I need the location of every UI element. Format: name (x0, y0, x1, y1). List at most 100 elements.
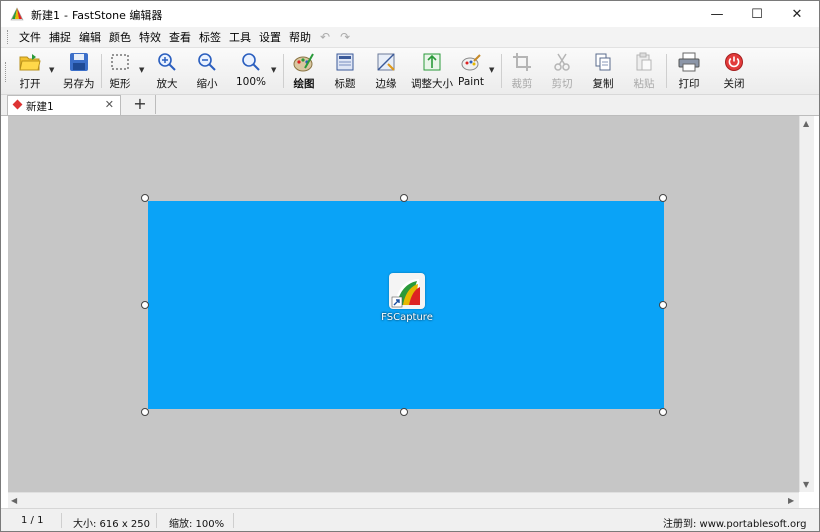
edge-button[interactable]: 边缘 (375, 51, 397, 91)
undo-icon[interactable]: ↶ (315, 30, 335, 44)
fscapture-label: FSCapture (381, 312, 433, 323)
new-tab-button[interactable]: + (125, 95, 156, 114)
power-icon (723, 51, 745, 73)
copy-label: 复制 (592, 78, 614, 90)
zoom-in-button[interactable]: 放大 (156, 51, 178, 91)
zoom-out-label: 缩小 (196, 78, 218, 90)
toolbar-separator (666, 54, 667, 88)
resize-handle-bottom-left[interactable] (141, 408, 149, 416)
menu-colors[interactable]: 颜色 (105, 29, 135, 45)
status-separator (156, 513, 157, 528)
open-dropdown-icon[interactable]: ▼ (49, 66, 54, 74)
cut-button[interactable]: 剪切 (551, 51, 573, 91)
resize-label: 调整大小 (411, 78, 453, 90)
menu-grip (7, 30, 12, 44)
tab-strip: 新建1 ✕ + (1, 95, 819, 116)
menu-settings[interactable]: 设置 (255, 29, 285, 45)
toolbar: 打开 ▼ 另存为 矩形 ▼ 放大 缩小 100% ▼ 绘图 标题 边缘 调整大小… (1, 48, 819, 95)
zoom-status: 缩放: 100% (169, 519, 225, 530)
menu-effects[interactable]: 特效 (135, 29, 165, 45)
copy-button[interactable]: 复制 (592, 51, 614, 91)
print-label: 打印 (678, 78, 700, 90)
scissors-icon (551, 51, 573, 73)
vertical-scrollbar[interactable]: ▲ ▼ (799, 116, 814, 492)
rectangle-label: 矩形 (109, 78, 131, 90)
caption-icon (334, 51, 356, 73)
save-as-label: 另存为 (63, 78, 95, 90)
captured-image[interactable]: FSCapture (148, 201, 664, 409)
caption-button[interactable]: 标题 (334, 51, 356, 91)
faststone-app-icon (10, 7, 24, 21)
toolbar-separator (501, 54, 502, 88)
crop-button[interactable]: 裁剪 (511, 51, 533, 91)
zoom-100-button[interactable]: 100% (236, 51, 266, 91)
save-as-button[interactable]: 另存为 (63, 51, 95, 91)
maximize-button[interactable]: ☐ (737, 1, 777, 27)
document-name: 新建1 (31, 9, 60, 22)
rectangle-dropdown-icon[interactable]: ▼ (139, 66, 144, 74)
menu-capture[interactable]: 捕捉 (45, 29, 75, 45)
close-document-button[interactable]: 关闭 (723, 51, 745, 91)
scroll-right-arrow-icon[interactable]: ▶ (788, 496, 794, 505)
crop-label: 裁剪 (511, 78, 533, 90)
resize-handle-top[interactable] (400, 194, 408, 202)
magnifier-icon (240, 51, 262, 73)
fscapture-logo-icon (389, 273, 425, 309)
print-button[interactable]: 打印 (678, 51, 700, 91)
paint-button[interactable]: Paint (458, 51, 484, 91)
save-icon (68, 51, 90, 73)
draw-palette-icon (293, 51, 315, 73)
resize-handle-bottom-right[interactable] (659, 408, 667, 416)
menu-tabs[interactable]: 标签 (195, 29, 225, 45)
toolbar-separator (101, 54, 102, 88)
resize-handle-top-right[interactable] (659, 194, 667, 202)
resize-handle-left[interactable] (141, 301, 149, 309)
cut-label: 剪切 (551, 78, 573, 90)
copy-icon (592, 51, 614, 73)
resize-handle-right[interactable] (659, 301, 667, 309)
rectangle-select-button[interactable]: 矩形 (109, 51, 131, 91)
menu-edit[interactable]: 编辑 (75, 29, 105, 45)
zoom-out-button[interactable]: 缩小 (196, 51, 218, 91)
toolbar-grip (5, 62, 10, 82)
open-button[interactable]: 打开 (19, 51, 41, 91)
crop-icon (511, 51, 533, 73)
menu-file[interactable]: 文件 (15, 29, 45, 45)
tab-document[interactable]: 新建1 ✕ (7, 95, 121, 115)
draw-button[interactable]: 绘图 (293, 51, 315, 91)
rectangle-select-icon (109, 51, 131, 73)
menu-tools[interactable]: 工具 (225, 29, 255, 45)
scroll-left-arrow-icon[interactable]: ◀ (11, 496, 17, 505)
minimize-button[interactable]: — (697, 1, 737, 27)
horizontal-scrollbar[interactable]: ◀ ▶ (8, 492, 799, 508)
scroll-up-arrow-icon[interactable]: ▲ (803, 119, 809, 128)
paste-label: 粘贴 (633, 78, 655, 90)
paint-dropdown-icon[interactable]: ▼ (489, 66, 494, 74)
edge-label: 边缘 (375, 78, 397, 90)
resize-handle-top-left[interactable] (141, 194, 149, 202)
image-canvas[interactable]: FSCapture (8, 116, 799, 492)
page-counter: 1 / 1 (21, 515, 44, 526)
redo-icon[interactable]: ↷ (335, 30, 355, 44)
registration-info: 注册到: www.portablesoft.org (663, 519, 807, 530)
caption-label: 标题 (334, 78, 356, 90)
open-folder-icon (19, 51, 41, 73)
menu-help[interactable]: 帮助 (285, 29, 315, 45)
image-size: 大小: 616 x 250 (73, 519, 150, 530)
close-label: 关闭 (723, 78, 745, 90)
zoom-in-icon (156, 51, 178, 73)
resize-handle-bottom[interactable] (400, 408, 408, 416)
paste-button[interactable]: 粘贴 (633, 51, 655, 91)
scroll-down-arrow-icon[interactable]: ▼ (803, 480, 809, 489)
zoom-dropdown-icon[interactable]: ▼ (271, 66, 276, 74)
close-window-button[interactable]: ✕ (777, 1, 817, 27)
fscapture-desktop-icon: FSCapture (381, 273, 433, 333)
resize-button[interactable]: 调整大小 (411, 51, 453, 91)
tab-close-icon[interactable]: ✕ (105, 98, 114, 111)
menu-view[interactable]: 查看 (165, 29, 195, 45)
edge-icon (375, 51, 397, 73)
title-separator: - (64, 9, 68, 22)
zoom-level-label: 100% (236, 76, 267, 88)
modified-diamond-icon (12, 99, 23, 110)
toolbar-separator (283, 54, 284, 88)
